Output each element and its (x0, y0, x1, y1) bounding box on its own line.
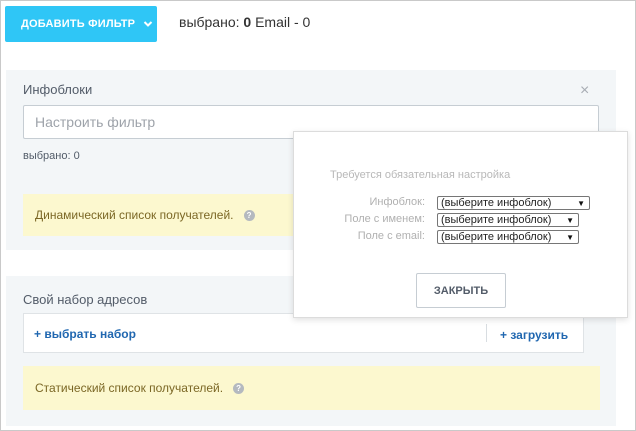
static-note-text: Статический список получателей. (35, 381, 224, 395)
selected-count: 0 (243, 14, 252, 30)
infoblock-select-value: (выберите инфоблок) (441, 197, 552, 209)
infoblock-select[interactable]: (выберите инфоблок) ▼ (437, 196, 590, 210)
choose-set-link[interactable]: + выбрать набор (34, 327, 136, 341)
help-icon[interactable]: ? (233, 382, 245, 394)
email-field-select-value: (выберите инфоблок) (441, 231, 552, 243)
email-field-label: Поле с email: (357, 230, 425, 242)
email-count: Email - 0 (255, 14, 311, 30)
settings-popup: Требуется обязательная настройка Инфобло… (293, 131, 628, 318)
email-field-select[interactable]: (выберите инфоблок) ▼ (437, 230, 579, 244)
popup-row-name-field: Поле с именем: (выберите инфоблок) ▼ (294, 213, 629, 228)
popup-heading: Требуется обязательная настройка (330, 169, 511, 181)
close-icon[interactable]: × (580, 83, 589, 99)
static-list-note: Статический список получателей. ? (23, 366, 600, 410)
add-filter-label: ДОБАВИТЬ ФИЛЬТР (21, 18, 136, 30)
popup-row-infoblock: Инфоблок: (выберите инфоблок) ▼ (294, 196, 629, 211)
name-field-label: Поле с именем: (344, 213, 425, 225)
help-icon[interactable]: ? (243, 209, 255, 221)
infoblocks-title: Инфоблоки (23, 82, 93, 97)
popup-row-email-field: Поле с email: (выберите инфоблок) ▼ (294, 230, 629, 245)
infoblocks-selected-count: выбрано: 0 (23, 150, 80, 162)
dropdown-arrow-icon: ▼ (577, 199, 585, 208)
dynamic-list-note: Динамический список получателей. ? (23, 194, 323, 236)
close-popup-button[interactable]: ЗАКРЫТЬ (416, 273, 506, 308)
name-field-select[interactable]: (выберите инфоблок) ▼ (437, 213, 579, 227)
upload-link[interactable]: + загрузить (500, 328, 568, 342)
name-field-select-value: (выберите инфоблок) (441, 214, 552, 226)
infoblock-label: Инфоблок: (369, 196, 425, 208)
chevron-down-icon (144, 21, 153, 27)
add-filter-button[interactable]: ДОБАВИТЬ ФИЛЬТР (5, 6, 157, 42)
dropdown-arrow-icon: ▼ (566, 233, 574, 242)
selection-summary: выбрано: 0 Email - 0 (179, 14, 310, 30)
divider (486, 324, 487, 342)
dynamic-note-text: Динамический список получателей. (35, 208, 234, 222)
address-set-title: Свой набор адресов (23, 292, 148, 307)
dropdown-arrow-icon: ▼ (566, 216, 574, 225)
selected-prefix: выбрано: (179, 14, 240, 30)
